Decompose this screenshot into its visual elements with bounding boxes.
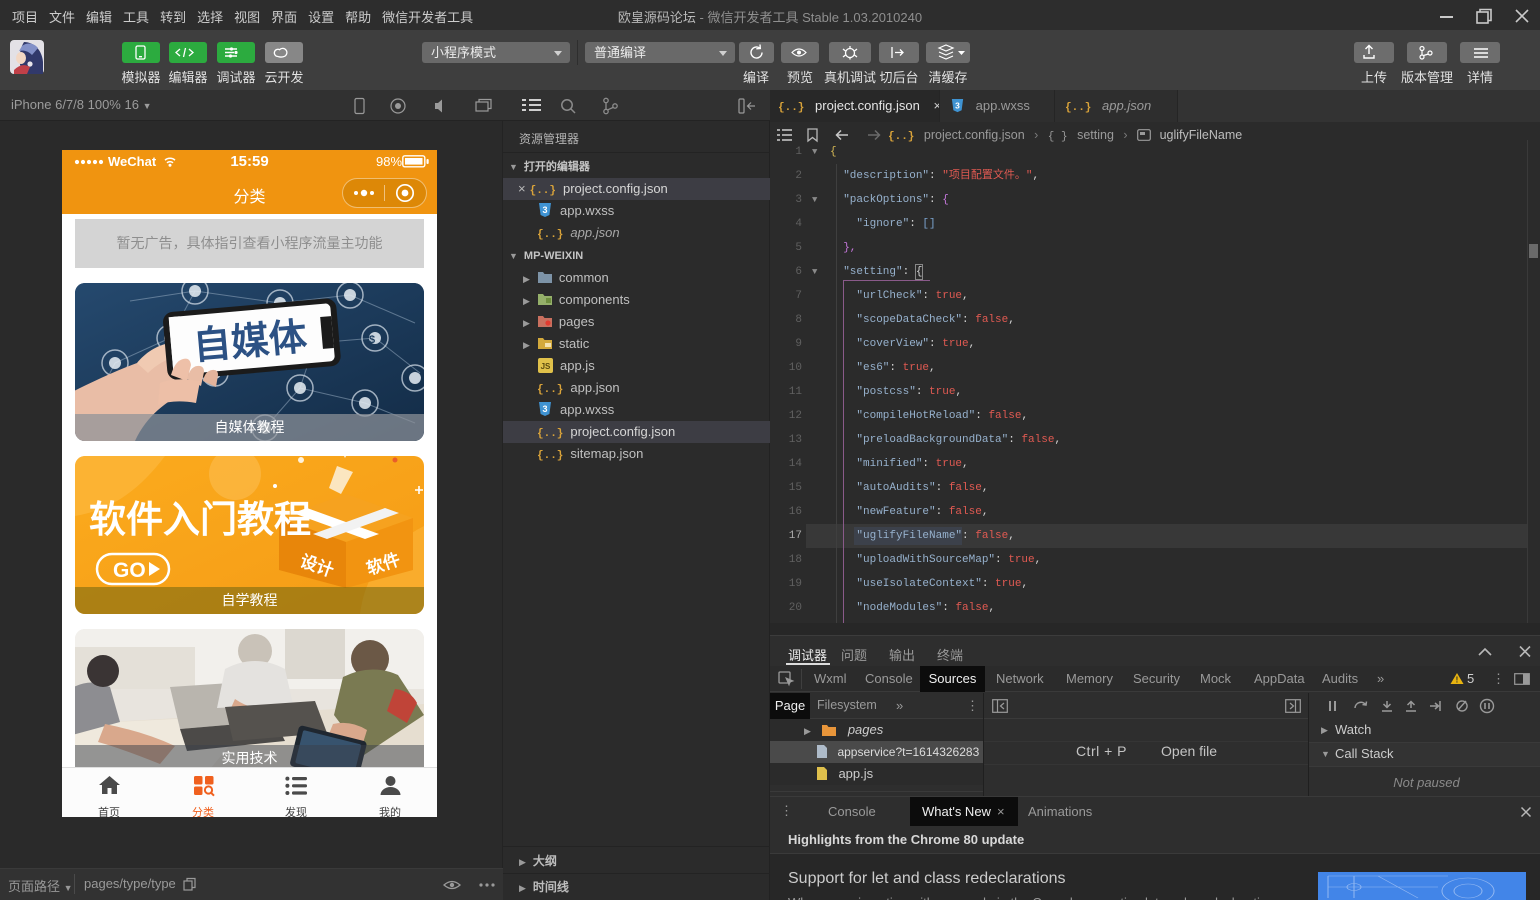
svg-text:$: $ [369,334,375,346]
svg-text:3: 3 [955,100,960,110]
svg-text:GO: GO [113,559,146,582]
svg-text:3: 3 [542,404,547,414]
svg-text:!: ! [1456,676,1459,685]
svg-text:3: 3 [542,205,547,215]
svg-text:软件入门教程: 软件入门教程 [89,499,311,540]
svg-text:JS: JS [541,362,551,371]
